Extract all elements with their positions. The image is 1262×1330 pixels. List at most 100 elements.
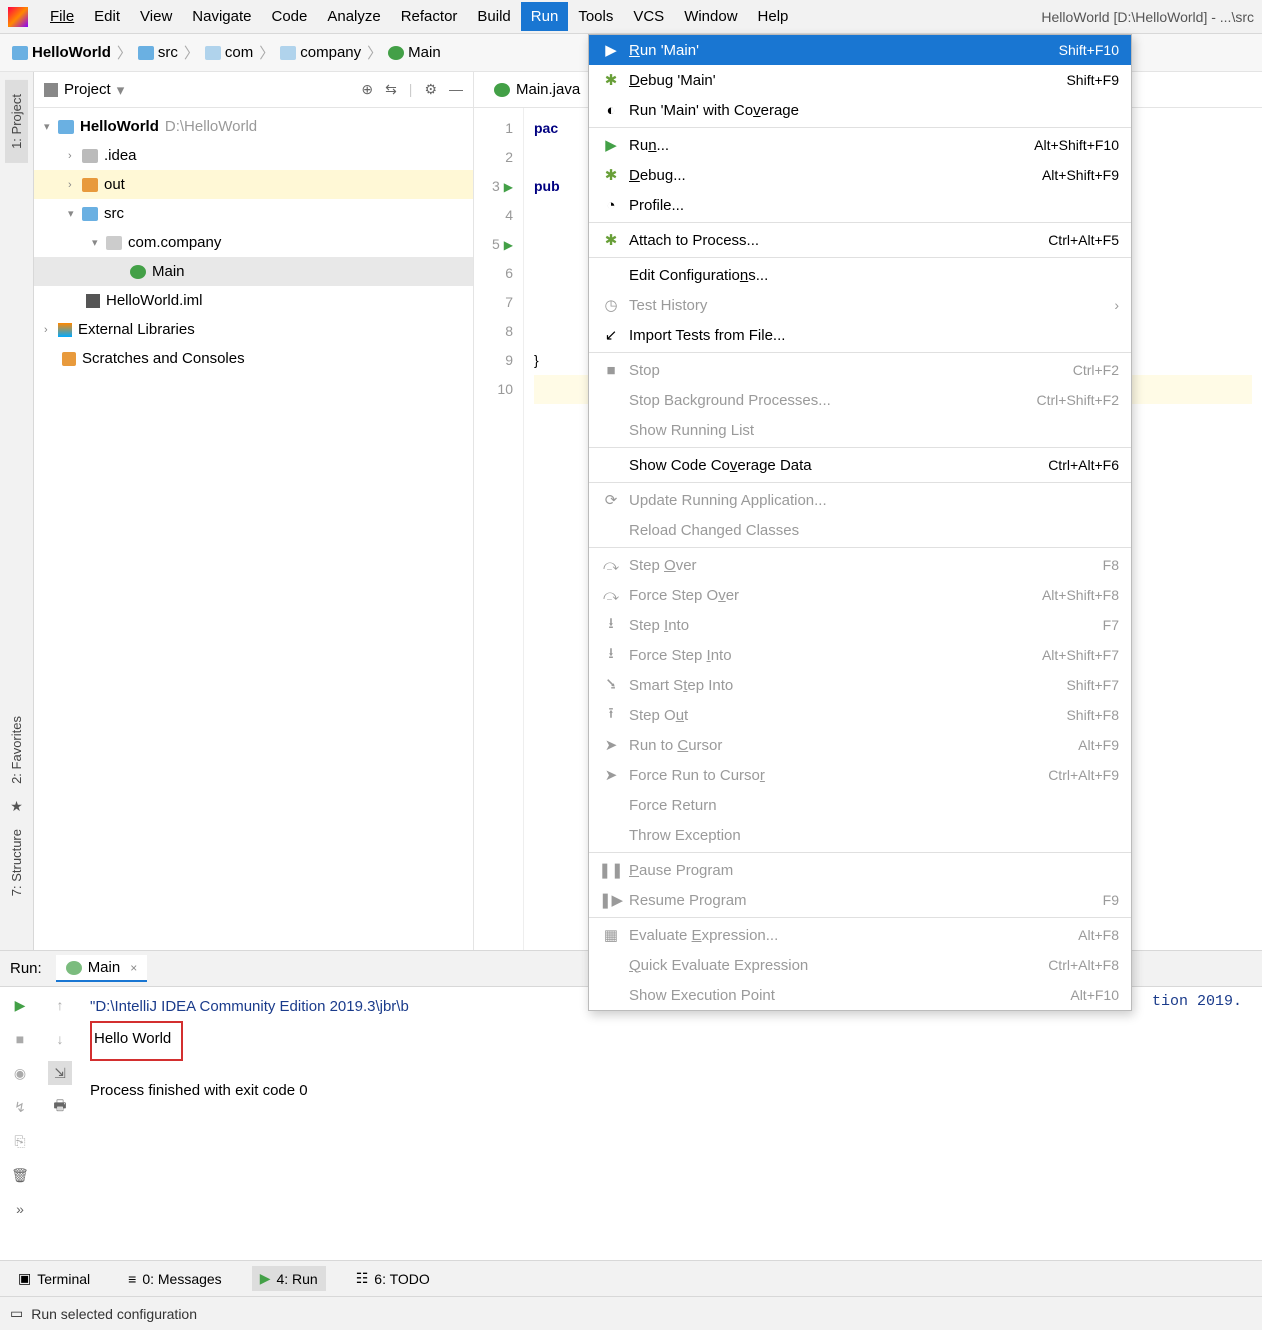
hide-icon[interactable]: — (449, 81, 463, 98)
menu-refactor[interactable]: Refactor (391, 2, 468, 31)
menu-edit[interactable]: Edit (84, 2, 130, 31)
menu-item-label: Resume Program (629, 892, 747, 909)
breadcrumb-item[interactable]: com (205, 44, 253, 61)
menu-shortcut: Shift+F10 (1059, 42, 1119, 58)
tree-root[interactable]: ▾HelloWorldD:\HelloWorld (34, 112, 473, 141)
tree-item-src[interactable]: ▾src (34, 199, 473, 228)
menu-item: ⭳Step IntoF7 (589, 610, 1131, 640)
class-icon (130, 265, 146, 279)
tree-item-idea[interactable]: ›.idea (34, 141, 473, 170)
run-toolbar-right: ↑ ↓ ⇲ 🖶 (40, 987, 80, 1260)
menu-item[interactable]: ✱Debug 'Main'Shift+F9 (589, 65, 1131, 95)
breadcrumb-item[interactable]: company (280, 44, 361, 61)
menu-item-label: Update Running Application... (629, 492, 827, 509)
run-panel-label: Run: (10, 960, 42, 977)
down-button[interactable]: ↓ (48, 1027, 72, 1051)
breadcrumb-item[interactable]: Main (388, 44, 441, 61)
dump-button[interactable]: ◉ (8, 1061, 32, 1085)
class-icon (66, 961, 82, 975)
tree-item-package[interactable]: ▾com.company (34, 228, 473, 257)
rerun-button[interactable]: ▶ (8, 993, 32, 1017)
tab-todo[interactable]: ☷6: TODO (348, 1266, 438, 1291)
tab-favorites[interactable]: 2: Favorites (5, 702, 28, 798)
tab-messages[interactable]: ≡0: Messages (120, 1267, 230, 1291)
menu-shortcut: Ctrl+Alt+F5 (1048, 232, 1119, 248)
tab-structure[interactable]: 7: Structure (5, 815, 28, 910)
menu-shortcut: Alt+Shift+F7 (1042, 647, 1119, 663)
locate-icon[interactable]: ⊕ (361, 81, 373, 98)
menu-item[interactable]: ↙Import Tests from File... (589, 320, 1131, 350)
menu-build[interactable]: Build (467, 2, 520, 31)
menu-item[interactable]: ▶Run 'Main'Shift+F10 (589, 35, 1131, 65)
folder-icon (58, 120, 74, 134)
status-icon: ▭ (10, 1305, 23, 1322)
wrap-button[interactable]: ⇲ (48, 1061, 72, 1085)
stepover-icon: ⤼ (601, 557, 621, 574)
run-console[interactable]: "D:\IntelliJ IDEA Community Edition 2019… (80, 987, 1152, 1260)
tree-item-scratches[interactable]: Scratches and Consoles (34, 344, 473, 373)
menu-code[interactable]: Code (261, 2, 317, 31)
run-gutter-icon[interactable]: ▶ (504, 180, 513, 194)
highlighted-output: Hello World (90, 1021, 183, 1061)
menu-item: Show Execution PointAlt+F10 (589, 980, 1131, 1010)
breadcrumb-item[interactable]: src (138, 44, 178, 61)
menu-navigate[interactable]: Navigate (182, 2, 261, 31)
trash-button[interactable]: 🗑 (8, 1163, 32, 1187)
menu-item[interactable]: Edit Configurations... (589, 260, 1131, 290)
run-tab-main[interactable]: Main× (56, 955, 148, 982)
menu-run[interactable]: Run (521, 2, 569, 31)
tree-item-external[interactable]: ›External Libraries (34, 315, 473, 344)
menu-item[interactable]: Show Code Coverage DataCtrl+Alt+F6 (589, 450, 1131, 480)
tab-project[interactable]: 1: Project (5, 80, 28, 163)
settings-icon[interactable]: ⚙ (424, 81, 437, 98)
run-toolbar-left: ▶ ■ ◉ ↯ ⎘ 🗑 » (0, 987, 40, 1260)
menu-shortcut: F8 (1103, 557, 1119, 573)
menu-tools[interactable]: Tools (568, 2, 623, 31)
cursor-icon: ➤ (601, 766, 621, 784)
tree-item-out[interactable]: ›out (34, 170, 473, 199)
menu-item-label: Throw Exception (629, 827, 741, 844)
class-icon (388, 46, 404, 60)
menu-item: ⤼Step OverF8 (589, 550, 1131, 580)
menu-item-label: Run to Cursor (629, 737, 722, 754)
bottom-toolbar: ▣Terminal ≡0: Messages ▶4: Run ☷6: TODO (0, 1260, 1262, 1296)
menu-item: Reload Changed Classes (589, 515, 1131, 545)
more-button[interactable]: » (8, 1197, 32, 1221)
tab-run[interactable]: ▶4: Run (252, 1266, 326, 1291)
menu-item-label: Show Code Coverage Data (629, 457, 812, 474)
menu-item-label: Reload Changed Classes (629, 522, 799, 539)
menu-item[interactable]: ✱Attach to Process...Ctrl+Alt+F5 (589, 225, 1131, 255)
editor-tab-main[interactable]: Main.java (484, 75, 590, 104)
print-button[interactable]: 🖶 (48, 1095, 72, 1119)
menu-shortcut: Shift+F9 (1066, 72, 1119, 88)
status-text: Run selected configuration (31, 1306, 197, 1322)
menu-item-label: Run 'Main' with Coverage (629, 102, 799, 119)
tab-terminal[interactable]: ▣Terminal (10, 1266, 98, 1291)
tree-item-iml[interactable]: HelloWorld.iml (34, 286, 473, 315)
menu-vcs[interactable]: VCS (623, 2, 674, 31)
stop-button[interactable]: ■ (8, 1027, 32, 1051)
menu-item[interactable]: ▶Run...Alt+Shift+F10 (589, 130, 1131, 160)
menu-item[interactable]: ◔Profile... (589, 190, 1131, 220)
menu-analyze[interactable]: Analyze (317, 2, 390, 31)
menu-item[interactable]: ✱Debug...Alt+Shift+F9 (589, 160, 1131, 190)
menu-item-label: Quick Evaluate Expression (629, 957, 808, 974)
menu-item-label: Profile... (629, 197, 684, 214)
run-gutter-icon[interactable]: ▶ (504, 238, 513, 252)
menu-view[interactable]: View (130, 2, 182, 31)
menu-item[interactable]: ◐Run 'Main' with Coverage (589, 95, 1131, 125)
menu-shortcut: Alt+F10 (1070, 987, 1119, 1003)
breadcrumb-item[interactable]: HelloWorld (12, 44, 111, 61)
exit-button[interactable]: ⎘ (8, 1129, 32, 1153)
menu-help[interactable]: Help (748, 2, 799, 31)
menu-window[interactable]: Window (674, 2, 747, 31)
collapse-icon[interactable]: ⇆ (385, 81, 397, 98)
stepover-icon: ⤼ (601, 587, 621, 604)
eval-icon: ▦ (601, 926, 621, 944)
tree-item-main[interactable]: Main (34, 257, 473, 286)
menu-file[interactable]: File (40, 2, 84, 31)
layout-button[interactable]: ↯ (8, 1095, 32, 1119)
up-button[interactable]: ↑ (48, 993, 72, 1017)
play-icon: ▶ (601, 136, 621, 154)
statusbar: ▭ Run selected configuration (0, 1296, 1262, 1330)
